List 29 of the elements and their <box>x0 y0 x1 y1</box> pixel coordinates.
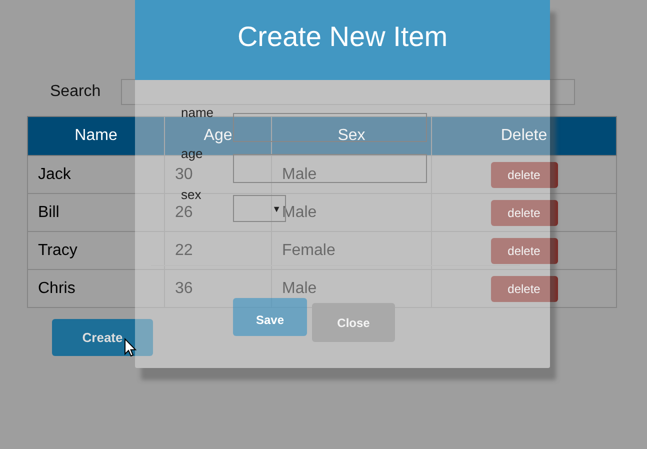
delete-button[interactable]: delete <box>490 276 558 302</box>
search-field[interactable] <box>121 79 575 105</box>
input-field[interactable] <box>233 113 427 142</box>
column-header: Delete <box>432 116 616 156</box>
close-button[interactable]: Close <box>312 303 395 342</box>
field-label: sex <box>181 188 202 201</box>
table-cell: Jack <box>28 156 164 194</box>
input-field[interactable] <box>233 154 427 183</box>
table-cell: Male <box>272 156 432 194</box>
create-button[interactable]: Create <box>52 319 153 356</box>
column-header: Name <box>28 116 164 156</box>
table-cell: Bill <box>28 194 164 232</box>
table-cell: Chris <box>28 270 164 308</box>
table-cell: 22 <box>164 232 272 270</box>
delete-button[interactable]: delete <box>490 238 558 264</box>
table-cell: Female <box>272 232 432 270</box>
field-label: name <box>181 106 215 119</box>
select-field[interactable]: ▼ <box>233 195 286 222</box>
delete-button[interactable]: delete <box>490 200 558 226</box>
dropdown-arrow-icon: ▼ <box>272 204 281 214</box>
save-button[interactable]: Save <box>233 298 307 336</box>
table-cell: 36 <box>164 270 272 308</box>
table-cell: Male <box>272 270 432 308</box>
search-label: Search <box>50 83 102 101</box>
dialog-title: Create New Item <box>135 0 550 80</box>
mouse-pointer-icon <box>124 338 137 357</box>
delete-button[interactable]: delete <box>490 162 558 188</box>
column-header: Sex <box>272 116 432 156</box>
table-cell: Tracy <box>28 232 164 270</box>
